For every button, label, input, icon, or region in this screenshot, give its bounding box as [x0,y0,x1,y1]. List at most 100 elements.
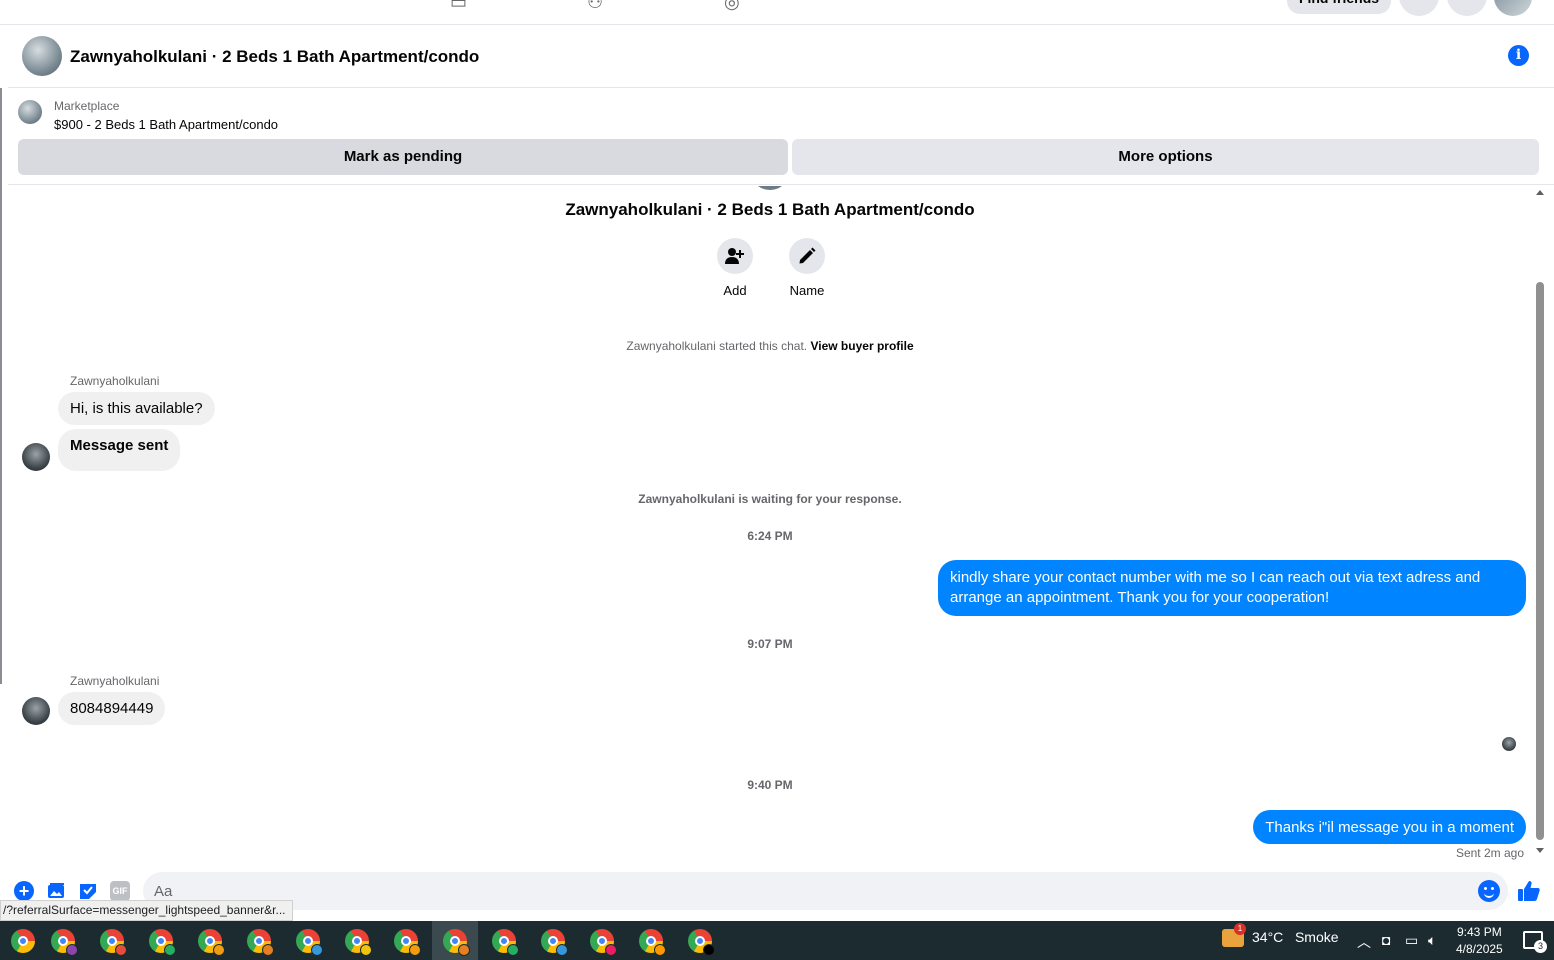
scrollbar-thumb[interactable] [1536,282,1544,840]
more-options-button[interactable]: More options [792,139,1539,175]
taskbar-chrome-window[interactable] [89,921,135,960]
incoming-message-bubble[interactable]: 8084894449 [58,692,166,725]
taskbar-chrome-window-active[interactable] [432,921,478,960]
chrome-icon [639,928,666,956]
weather-widget[interactable]: 1 34°C Smoke [1222,923,1339,948]
message-sent-bubble[interactable]: Message sent [58,429,181,471]
scroll-down-arrow-icon[interactable] [1536,848,1544,853]
add-person-icon[interactable] [717,238,753,274]
sent-status: Sent 2m ago [1455,846,1524,860]
name-chat-action[interactable]: Name [777,238,837,298]
notification-count: 3 [1534,940,1547,953]
photo-icon[interactable] [46,881,66,901]
message-thread[interactable]: Zawnyaholkulani · 2 Beds 1 Bath Apartmen… [8,186,1532,866]
gif-icon[interactable]: GIF [110,881,130,901]
marketplace-label: Marketplace [54,99,120,113]
waiting-notice: Zawnyaholkulani is waiting for your resp… [638,492,902,506]
groups-icon[interactable]: ⚇ [587,0,611,12]
incoming-message-bubble[interactable]: Hi, is this available? [58,392,215,425]
listing-title[interactable]: $900 - 2 Beds 1 Bath Apartment/condo [54,117,278,132]
taskbar-chrome-window[interactable] [40,921,86,960]
profile-badge [262,943,274,956]
message-input[interactable] [143,872,1508,910]
windows-taskbar: 1 34°C Smoke ︿ ◘ ▭ 🔈︎ 9:43 PM 4/8/2025 3 [0,921,1554,960]
chrome-icon [149,928,176,956]
profile-badge [360,943,372,956]
sticker-icon[interactable] [78,881,98,901]
taskbar-chrome-window[interactable] [481,921,527,960]
taskbar-chrome-window[interactable] [236,921,282,960]
clock-date: 4/8/2025 [1456,942,1503,956]
find-friends-button[interactable]: Find friends [1287,0,1391,14]
thumbs-up-icon[interactable] [1517,879,1541,903]
chrome-icon [345,928,372,956]
profile-badge [66,943,78,956]
taskbar-chrome-window[interactable] [579,921,625,960]
account-avatar[interactable] [1494,0,1532,16]
meet-now-icon[interactable]: ◘ [1382,932,1390,948]
chrome-icon [296,928,323,956]
taskbar-chrome-window[interactable] [383,921,429,960]
sender-avatar[interactable] [22,443,50,471]
view-buyer-profile-link[interactable]: View buyer profile [810,339,913,353]
chrome-icon [590,928,617,956]
taskbar-chrome-window[interactable] [334,921,380,960]
sender-avatar[interactable] [22,697,50,725]
timestamp: 9:07 PM [747,637,793,651]
name-label: Name [789,283,825,298]
profile-badge [213,943,225,956]
emoji-icon[interactable] [1478,880,1500,902]
gaming-icon[interactable]: ◎ [724,0,748,12]
taskbar-chrome-window[interactable] [138,921,184,960]
menu-button[interactable] [1399,0,1439,16]
weather-temperature: 34°C [1252,929,1284,945]
taskbar-chrome-window[interactable] [628,921,674,960]
scroll-up-arrow-icon[interactable] [1536,190,1544,195]
notifications-button[interactable] [1447,0,1487,16]
taskbar-chrome-window[interactable] [187,921,233,960]
add-people-action[interactable]: Add [705,238,765,298]
chrome-icon [198,928,225,956]
system-clock[interactable]: 9:43 PM 4/8/2025 [1456,924,1503,958]
taskbar-chrome-window[interactable] [677,921,723,960]
weather-icon: 1 [1222,923,1246,948]
profile-badge [654,943,666,956]
chat-scrollbar[interactable] [1534,186,1546,858]
mark-as-pending-button[interactable]: Mark as pending [18,139,788,175]
timestamp: 6:24 PM [747,529,793,543]
profile-badge [311,943,323,956]
taskbar-chrome-window[interactable] [285,921,331,960]
marketplace-icon[interactable]: ▭ [450,0,474,12]
network-icon[interactable]: ▭ [1405,932,1418,949]
chevron-up-icon[interactable]: ︿ [1357,932,1371,952]
chat-header: Zawnyaholkulani · 2 Beds 1 Bath Apartmen… [8,25,1554,88]
info-icon[interactable]: i [1508,45,1529,66]
chrome-icon [492,928,519,956]
chrome-icon [394,928,421,956]
profile-badge [605,943,617,956]
volume-icon[interactable]: 🔈︎ [1428,932,1436,949]
marketplace-listing-bar: Marketplace $900 - 2 Beds 1 Bath Apartme… [8,89,1554,185]
profile-badge [556,943,568,956]
profile-badge [409,943,421,956]
conversation-title[interactable]: Zawnyaholkulani · 2 Beds 1 Bath Apartmen… [70,47,479,67]
profile-badge [507,943,519,956]
outgoing-message-bubble[interactable]: kindly share your contact number with me… [938,560,1526,616]
chrome-icon [688,928,715,956]
seen-by-avatar [1502,737,1516,751]
taskbar-chrome-window[interactable] [530,921,576,960]
weather-description: Smoke [1294,929,1339,945]
plus-icon[interactable]: + [14,881,34,901]
notification-center-icon[interactable]: 3 [1523,931,1547,953]
add-label: Add [723,283,747,298]
outgoing-message-bubble[interactable]: Thanks i"il message you in a moment [1253,810,1526,844]
listing-thumbnail[interactable] [18,100,42,124]
chrome-icon [51,928,78,956]
conversation-avatar[interactable] [22,36,62,76]
profile-badge [164,943,176,956]
profile-badge [703,943,715,956]
chrome-icon [247,928,274,956]
chrome-icon [100,928,127,956]
profile-badge [115,943,127,956]
pencil-icon[interactable] [789,238,825,274]
